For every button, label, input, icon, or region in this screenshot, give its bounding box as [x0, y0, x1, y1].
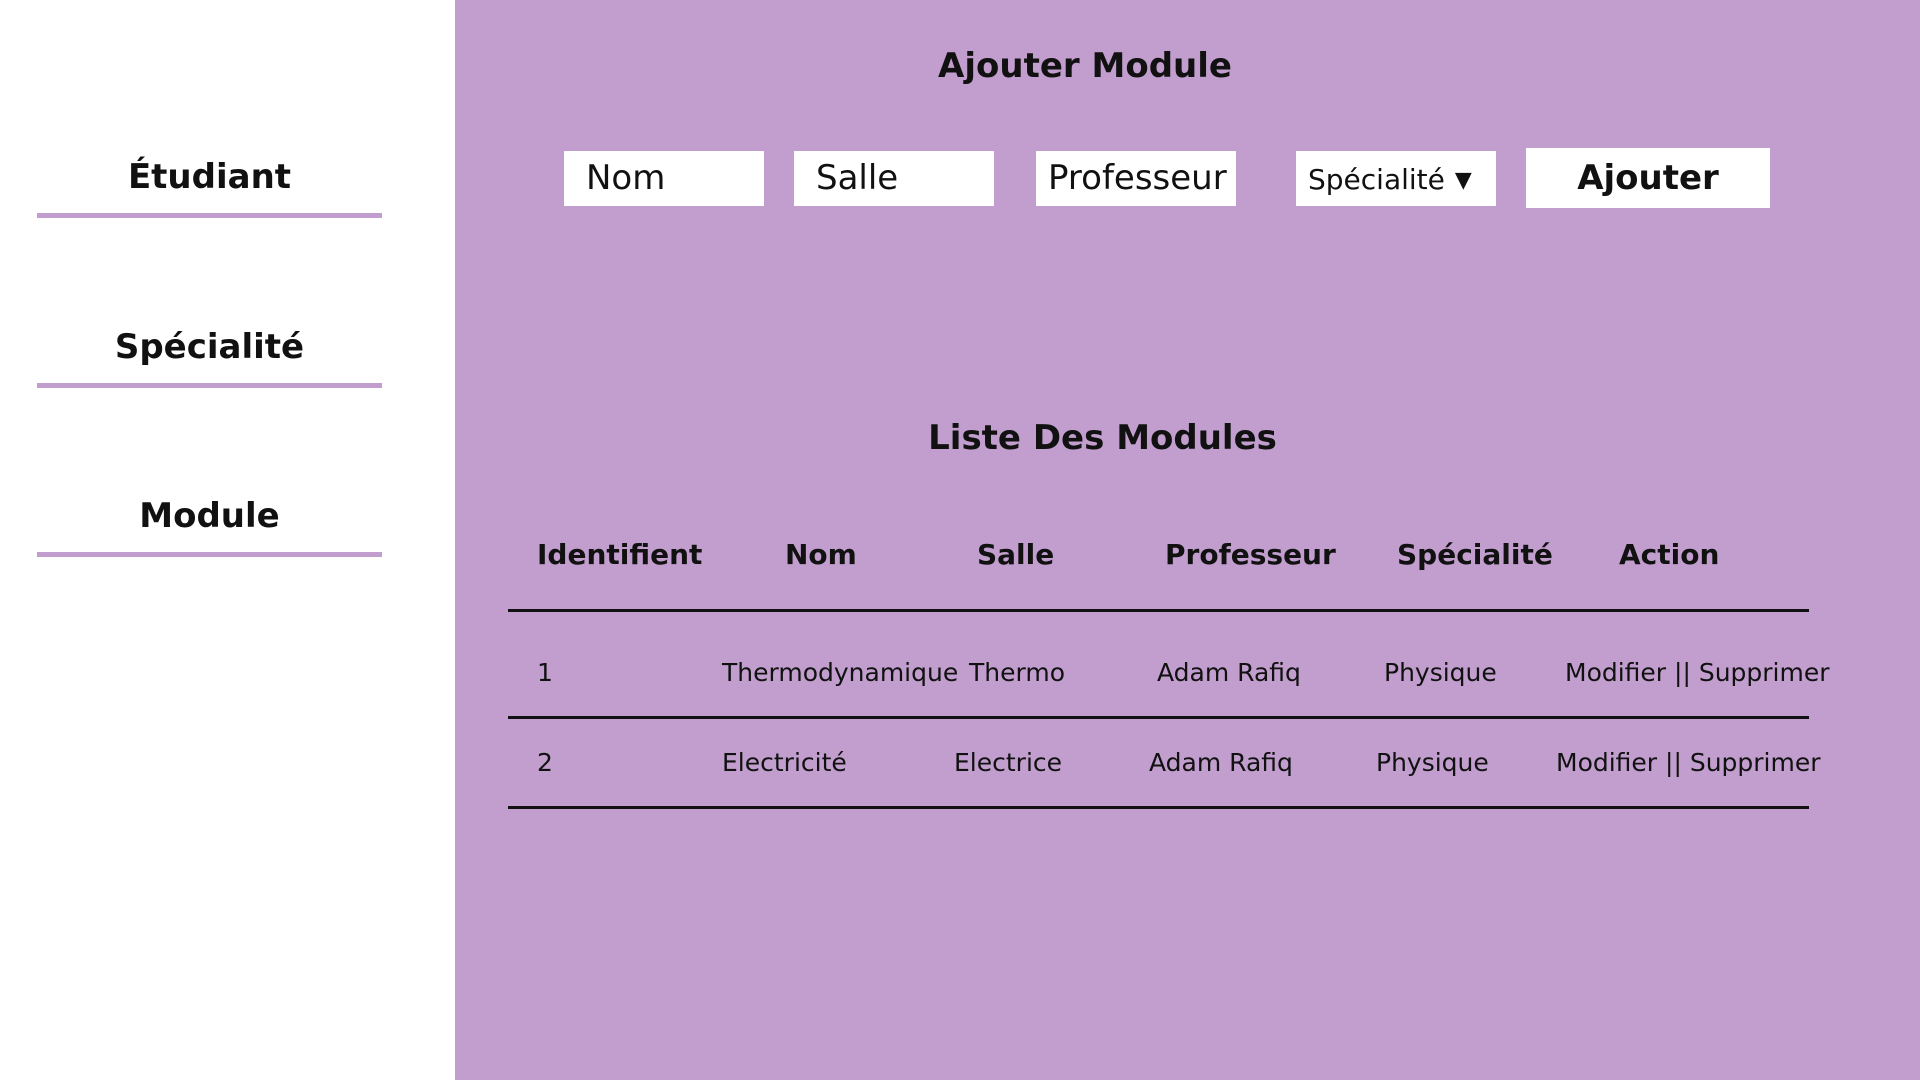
- header-identifient: Identifient: [537, 538, 703, 571]
- row-divider: [508, 716, 1809, 719]
- sidebar: Étudiant Spécialité Module: [0, 0, 455, 1080]
- header-professeur: Professeur: [1165, 538, 1336, 571]
- form-title: Ajouter Module: [938, 46, 1232, 86]
- cell-nom: Thermodynamique: [722, 658, 959, 687]
- cell-salle: Electrice: [954, 748, 1063, 777]
- chevron-down-icon: ▼: [1454, 168, 1472, 193]
- nom-input[interactable]: [564, 151, 764, 206]
- add-module-button[interactable]: Ajouter: [1526, 148, 1770, 208]
- header-salle: Salle: [977, 538, 1055, 571]
- cell-nom: Electricité: [722, 748, 847, 777]
- professeur-input[interactable]: [1036, 151, 1236, 206]
- cell-salle: Thermo: [969, 658, 1065, 687]
- row-action-links[interactable]: Modifier || Supprimer: [1565, 655, 1830, 691]
- sidebar-item-label: Spécialité: [114, 327, 305, 367]
- header-divider: [508, 609, 1809, 612]
- main-panel: Ajouter Module Spécialité ▼ Ajouter Liste…: [455, 0, 1920, 1080]
- sidebar-item-label: Étudiant: [127, 157, 292, 197]
- sidebar-item-specialite[interactable]: Spécialité: [37, 325, 382, 388]
- cell-professeur: Adam Rafiq: [1149, 748, 1293, 777]
- cell-id: 1: [537, 658, 553, 687]
- header-action: Action: [1619, 538, 1720, 571]
- sidebar-item-etudiant[interactable]: Étudiant: [37, 155, 382, 218]
- header-specialite: Spécialité: [1397, 538, 1553, 571]
- cell-professeur: Adam Rafiq: [1157, 658, 1301, 687]
- row-divider: [508, 806, 1809, 809]
- cell-specialite: Physique: [1384, 658, 1497, 687]
- sidebar-item-label: Module: [139, 496, 280, 536]
- specialite-select[interactable]: Spécialité ▼: [1296, 151, 1496, 206]
- specialite-select-value: Spécialité: [1308, 163, 1445, 196]
- list-title: Liste Des Modules: [928, 418, 1277, 458]
- sidebar-item-module[interactable]: Module: [37, 494, 382, 557]
- cell-specialite: Physique: [1376, 748, 1489, 777]
- salle-input[interactable]: [794, 151, 994, 206]
- row-action-links[interactable]: Modifier || Supprimer: [1556, 745, 1821, 781]
- cell-id: 2: [537, 748, 553, 777]
- header-nom: Nom: [785, 538, 857, 571]
